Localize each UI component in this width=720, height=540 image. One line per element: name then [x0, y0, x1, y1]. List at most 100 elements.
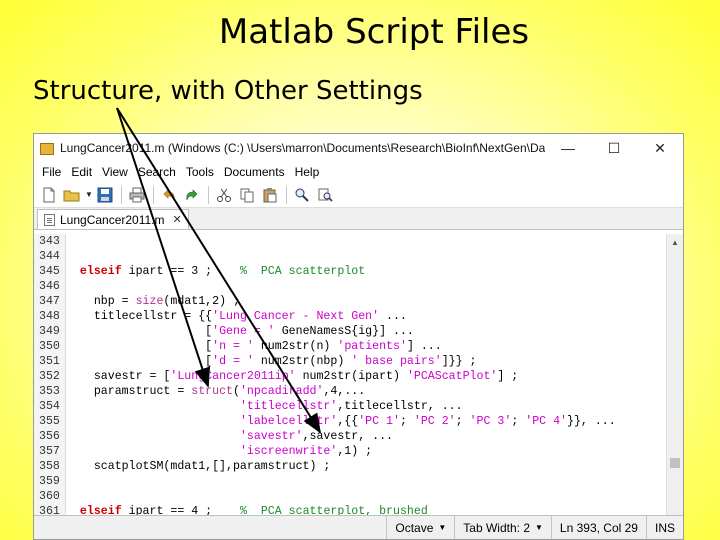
- insert-mode-label: INS: [654, 520, 675, 535]
- code-line[interactable]: 356 'savestr',savestr, ...: [34, 429, 666, 444]
- menu-tools[interactable]: Tools: [182, 165, 220, 179]
- code-token: ] ...: [406, 340, 442, 353]
- code-token: ,4,...: [323, 385, 366, 398]
- line-number: 355: [39, 415, 60, 428]
- copy-icon[interactable]: [236, 184, 258, 206]
- line-number: 356: [39, 430, 60, 443]
- code-line[interactable]: 343: [34, 234, 666, 249]
- code-token: ipart == 3 ;: [121, 265, 240, 278]
- code-token: paramstruct =: [66, 385, 192, 398]
- save-icon[interactable]: [94, 184, 116, 206]
- code-token: scatplotSM(mdat1,[],paramstruct) ;: [66, 460, 331, 473]
- line-number: 351: [39, 355, 60, 368]
- code-line[interactable]: 344: [34, 249, 666, 264]
- window-title: LungCancer2011.m (Windows (C:) \Users\ma…: [60, 141, 545, 155]
- cursor-position[interactable]: Ln 393, Col 29: [550, 516, 646, 539]
- menu-search[interactable]: Search: [134, 165, 182, 179]
- code-line[interactable]: 346: [34, 279, 666, 294]
- code-line[interactable]: 357 'iscreenwrite',1) ;: [34, 444, 666, 459]
- scrollbar-thumb[interactable]: [670, 458, 680, 468]
- code-token: 'd = ': [212, 355, 254, 368]
- redo-icon[interactable]: [181, 184, 203, 206]
- code-token: ,titlecellstr, ...: [337, 400, 463, 413]
- statusbar: Octave ▼ Tab Width: 2 ▼ Ln 393, Col 29 I…: [34, 515, 683, 539]
- code-line[interactable]: 360: [34, 489, 666, 504]
- code-token: 'PC 4': [525, 415, 567, 428]
- tab-close-icon[interactable]: ✕: [173, 213, 182, 226]
- line-number: 352: [39, 370, 60, 383]
- code-line[interactable]: 355 'labelcellstr',{{'PC 1'; 'PC 2'; 'PC…: [34, 414, 666, 429]
- code-token: ] ;: [497, 370, 519, 383]
- code-token: 'savestr': [239, 430, 303, 443]
- find-icon[interactable]: [291, 184, 313, 206]
- code-line[interactable]: 348 titlecellstr = {{'Lung Cancer - Next…: [34, 309, 666, 324]
- code-line[interactable]: 347 nbp = size(mdat1,2) ;: [34, 294, 666, 309]
- scroll-up-icon[interactable]: ▲: [667, 234, 683, 251]
- menu-view[interactable]: View: [98, 165, 134, 179]
- vertical-scrollbar[interactable]: ▲: [666, 234, 683, 517]
- code-line[interactable]: 350 ['n = ' num2str(n) 'patients'] ...: [34, 339, 666, 354]
- code-token: 'PCAScatPlot': [406, 370, 498, 383]
- code-token: 'Gene = ': [212, 325, 275, 338]
- maximize-button[interactable]: ☐: [591, 140, 637, 157]
- window-titlebar[interactable]: LungCancer2011.m (Windows (C:) \Users\ma…: [34, 134, 683, 162]
- open-folder-icon[interactable]: [61, 184, 83, 206]
- code-token: savestr = [: [66, 370, 171, 383]
- code-token: 'iscreenwrite': [239, 445, 338, 458]
- tab-lungcancer2011[interactable]: LungCancer2011.m ✕: [37, 209, 189, 229]
- new-file-icon[interactable]: [38, 184, 60, 206]
- line-number: 354: [39, 400, 60, 413]
- line-number: 344: [39, 250, 60, 263]
- line-number: 343: [39, 235, 60, 248]
- code-line[interactable]: 353 paramstruct = struct('npcadiradd',4,…: [34, 384, 666, 399]
- paste-icon[interactable]: [259, 184, 281, 206]
- code-token: 'patients': [337, 340, 407, 353]
- menu-documents[interactable]: Documents: [220, 165, 291, 179]
- code-token: ;: [455, 415, 470, 428]
- menu-file[interactable]: File: [38, 165, 67, 179]
- code-token: num2str(n): [253, 340, 338, 353]
- line-number: 347: [39, 295, 60, 308]
- code-token: ' base pairs': [351, 355, 442, 368]
- menu-help[interactable]: Help: [291, 165, 326, 179]
- line-number: 353: [39, 385, 60, 398]
- code-token: [: [66, 340, 213, 353]
- replace-icon[interactable]: [314, 184, 336, 206]
- open-dropdown-icon[interactable]: ▼: [84, 190, 94, 199]
- code-token: titlecellstr = {{: [66, 310, 213, 323]
- print-icon[interactable]: [126, 184, 148, 206]
- code-token: ...: [379, 310, 407, 323]
- code-token: (: [232, 385, 240, 398]
- close-button[interactable]: ✕: [637, 140, 683, 157]
- code-line[interactable]: 352 savestr = ['LungCancer2011ip' num2st…: [34, 369, 666, 384]
- tab-width-selector[interactable]: Tab Width: 2 ▼: [454, 516, 551, 539]
- language-selector[interactable]: Octave ▼: [386, 516, 454, 539]
- code-token: ,savestr, ...: [302, 430, 394, 443]
- code-line[interactable]: 358 scatplotSM(mdat1,[],paramstruct) ;: [34, 459, 666, 474]
- cut-icon[interactable]: [213, 184, 235, 206]
- code-token: struct: [191, 385, 233, 398]
- code-editor[interactable]: 343 344 345 elseif ipart == 3 ; % PCA scat…: [34, 234, 683, 517]
- insert-mode[interactable]: INS: [645, 516, 683, 539]
- toolbar-separator: [153, 185, 154, 204]
- code-token: elseif: [79, 265, 122, 278]
- code-line[interactable]: 354 'titlecellstr',titlecellstr, ...: [34, 399, 666, 414]
- code-token: ;: [399, 415, 414, 428]
- code-text-area[interactable]: 343 344 345 elseif ipart == 3 ; % PCA scat…: [34, 234, 666, 517]
- code-token: [: [66, 325, 213, 338]
- menu-edit[interactable]: Edit: [67, 165, 98, 179]
- minimize-button[interactable]: —: [545, 140, 591, 156]
- undo-icon[interactable]: [158, 184, 180, 206]
- code-line[interactable]: 351 ['d = ' num2str(nbp) ' base pairs']}…: [34, 354, 666, 369]
- chevron-down-icon: ▼: [535, 523, 543, 532]
- tab-width-label: Tab Width: 2: [463, 520, 530, 535]
- code-token: % PCA scatterplot: [239, 265, 366, 278]
- code-line[interactable]: 349 ['Gene = ' GeneNamesS{ig}] ...: [34, 324, 666, 339]
- code-line[interactable]: 345 elseif ipart == 3 ; % PCA scatterplo…: [34, 264, 666, 279]
- code-line[interactable]: 359: [34, 474, 666, 489]
